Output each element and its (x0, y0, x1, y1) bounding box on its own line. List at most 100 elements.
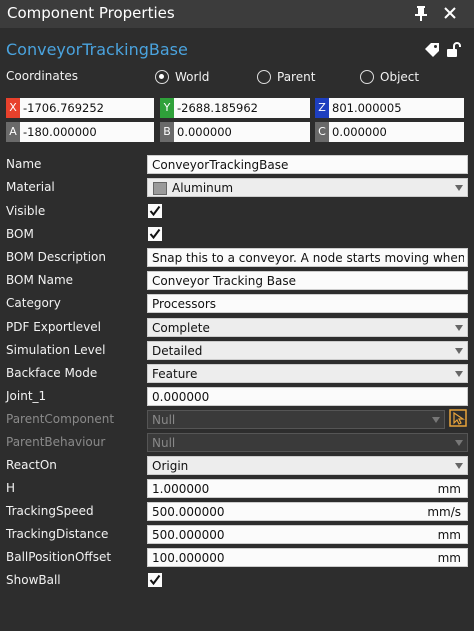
checkmark-icon (149, 574, 161, 586)
h-unit: mm (437, 482, 461, 496)
backface-mode-select[interactable]: Feature (147, 364, 468, 383)
pdf-exportlevel-select[interactable]: Complete (147, 318, 468, 337)
tracking-speed-label: TrackingSpeed (6, 504, 94, 518)
bom-description-label: BOM Description (6, 250, 106, 264)
material-value: Aluminum (172, 181, 234, 195)
component-name: ConveyorTrackingBase (6, 40, 188, 59)
b-coordinate-field[interactable]: B 0.000000 (160, 122, 310, 142)
simulation-level-label: Simulation Level (6, 343, 106, 357)
bom-description-input[interactable]: Snap this to a conveyor. A node starts m… (147, 248, 468, 267)
checkmark-icon (149, 205, 161, 217)
radio-world-label: World (175, 70, 210, 84)
window-title: Component Properties (7, 4, 175, 22)
x-axis-badge: X (6, 98, 20, 118)
react-on-select[interactable]: Origin (147, 456, 468, 475)
ball-position-offset-input[interactable]: 100.000000 mm (147, 548, 468, 567)
backface-mode-label: Backface Mode (6, 366, 98, 380)
chevron-down-icon[interactable] (455, 371, 463, 377)
tracking-speed-unit: mm/s (427, 505, 461, 519)
tag-icon[interactable] (424, 43, 440, 57)
pdf-exportlevel-label: PDF Exportlevel (6, 320, 102, 334)
c-axis-badge: C (315, 122, 329, 142)
name-input[interactable]: ConveyorTrackingBase (147, 155, 468, 174)
backface-mode-value: Feature (152, 367, 198, 381)
simulation-level-value: Detailed (152, 344, 203, 358)
coordinates-label: Coordinates (6, 69, 79, 83)
radio-parent[interactable]: Parent (257, 68, 315, 86)
bom-description-value: Snap this to a conveyor. A node starts m… (152, 251, 464, 265)
y-axis-badge: Y (160, 98, 174, 118)
tracking-speed-value: 500.000000 (152, 505, 225, 519)
radio-world[interactable]: World (155, 68, 209, 86)
radio-world-indicator[interactable] (155, 70, 169, 84)
checkmark-icon (149, 228, 161, 240)
tracking-distance-label: TrackingDistance (6, 527, 109, 541)
show-ball-checkbox[interactable] (148, 573, 162, 587)
category-input[interactable]: Processors (147, 294, 468, 313)
y-coordinate-field[interactable]: Y -2688.185962 (160, 98, 310, 118)
tracking-speed-input[interactable]: 500.000000 mm/s (147, 502, 468, 521)
x-value: -1706.769252 (23, 101, 104, 115)
z-coordinate-field[interactable]: Z 801.000005 (315, 98, 464, 118)
name-value: ConveyorTrackingBase (152, 158, 289, 172)
visible-label: Visible (6, 204, 46, 218)
radio-parent-indicator[interactable] (257, 70, 271, 84)
radio-object-label: Object (380, 70, 420, 84)
h-value: 1.000000 (152, 482, 210, 496)
unlocked-icon[interactable] (446, 42, 462, 58)
parent-behaviour-value: Null (152, 436, 176, 450)
material-label: Material (6, 180, 55, 194)
react-on-label: ReactOn (6, 458, 57, 472)
chevron-down-icon[interactable] (455, 185, 463, 191)
simulation-level-select[interactable]: Detailed (147, 341, 468, 360)
ball-position-offset-value: 100.000000 (152, 551, 225, 565)
bom-name-input[interactable]: Conveyor Tracking Base (147, 271, 468, 290)
close-icon[interactable] (443, 6, 457, 20)
a-value: -180.000000 (23, 125, 97, 139)
parent-behaviour-label: ParentBehaviour (6, 435, 106, 449)
joint-1-value: 0.000000 (152, 390, 210, 404)
chevron-down-icon[interactable] (455, 348, 463, 354)
a-axis-badge: A (6, 122, 20, 142)
chevron-down-icon[interactable] (455, 325, 463, 331)
bom-checkbox[interactable] (148, 227, 162, 241)
parent-component-select: Null (147, 410, 445, 429)
chevron-down-icon[interactable] (455, 463, 463, 469)
bom-name-value: Conveyor Tracking Base (152, 274, 296, 288)
material-select[interactable]: Aluminum (147, 178, 468, 197)
h-input[interactable]: 1.000000 mm (147, 479, 468, 498)
category-value: Processors (152, 297, 217, 311)
ball-position-offset-unit: mm (437, 551, 461, 565)
category-label: Category (6, 296, 61, 310)
y-value: -2688.185962 (177, 101, 258, 115)
radio-object[interactable]: Object (360, 68, 419, 86)
title-bar: Component Properties (0, 0, 474, 28)
tracking-distance-input[interactable]: 500.000000 mm (147, 525, 468, 544)
name-label: Name (6, 157, 42, 171)
a-coordinate-field[interactable]: A -180.000000 (6, 122, 154, 142)
parent-component-value: Null (152, 413, 176, 427)
joint-1-label: Joint_1 (6, 389, 47, 403)
x-coordinate-field[interactable]: X -1706.769252 (6, 98, 154, 118)
joint-1-input[interactable]: 0.000000 (147, 387, 468, 406)
h-label: H (6, 481, 16, 495)
z-value: 801.000005 (332, 101, 402, 115)
pin-icon[interactable] (414, 5, 428, 21)
visible-checkbox[interactable] (148, 204, 162, 218)
c-coordinate-field[interactable]: C 0.000000 (315, 122, 464, 142)
parent-component-label: ParentComponent (6, 412, 115, 426)
pdf-exportlevel-value: Complete (152, 321, 210, 335)
chevron-down-icon (432, 417, 440, 423)
bom-label: BOM (6, 227, 34, 241)
show-ball-label: ShowBall (6, 573, 61, 587)
bom-name-label: BOM Name (6, 273, 74, 287)
z-axis-badge: Z (315, 98, 329, 118)
tracking-distance-unit: mm (437, 528, 461, 542)
b-axis-badge: B (160, 122, 174, 142)
radio-parent-label: Parent (277, 70, 316, 84)
ball-position-offset-label: BallPositionOffset (6, 550, 112, 564)
radio-object-indicator[interactable] (360, 70, 374, 84)
c-value: 0.000000 (332, 125, 387, 139)
material-swatch (153, 182, 167, 195)
pick-component-icon[interactable] (449, 409, 467, 427)
